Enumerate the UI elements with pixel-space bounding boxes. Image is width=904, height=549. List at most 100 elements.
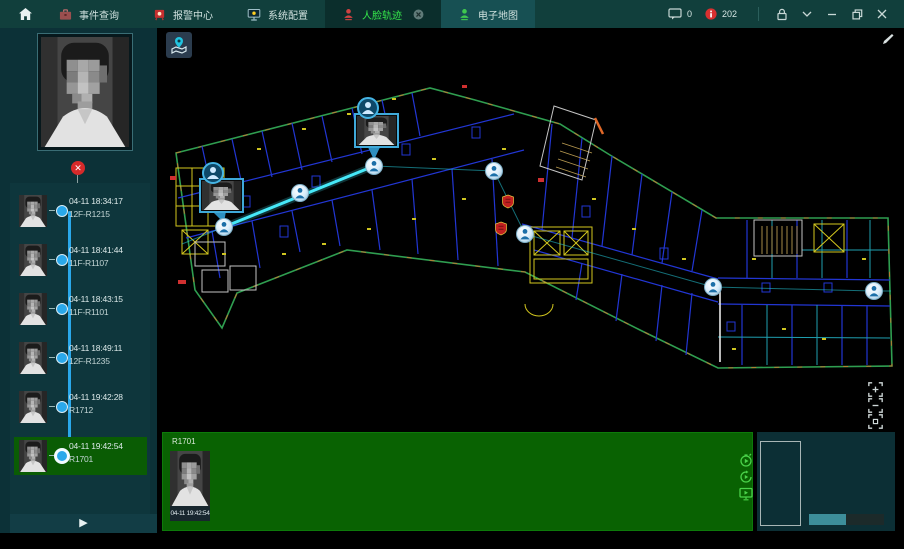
instant-playback-button[interactable] [739,453,753,467]
alarm-marker[interactable] [503,195,514,208]
person-marker[interactable] [486,163,503,180]
detection-location: 12F-R1215 [69,209,123,219]
app-window: 事件查询 报警中心 系统配置 人脸轨迹 [0,0,904,549]
timeline-item-2[interactable]: 04-11 18:41:44 11F-R1107 [14,241,147,279]
target-face-photo [37,33,133,151]
timeline-node[interactable] [56,401,68,413]
face-thumbnail [19,440,47,472]
detection-location: 11F-R1101 [69,307,123,317]
face-thumbnail [19,391,47,423]
zoom-out-icon [868,398,883,413]
snapshot-image [170,451,210,506]
timeline-item-4[interactable]: 04-11 18:49:11 12F-R1235 [14,339,147,377]
map-zoom-in-button[interactable] [868,382,883,397]
face-thumbnail [19,244,47,276]
detection-detail-panel: R1701 04-11 19:42:54 [162,432,753,531]
alarm-count: 202 [722,9,737,19]
loading-progress-bar[interactable] [809,514,884,525]
person-marker[interactable] [292,185,309,202]
map-reset-view-button[interactable] [868,414,883,429]
tab-e-map[interactable]: 电子地图 [441,0,535,28]
alarm-marker[interactable] [496,222,507,235]
timeline-node[interactable] [54,448,70,464]
map-zoom-out-button[interactable] [868,398,883,413]
tab-system-config[interactable]: 系统配置 [230,0,325,28]
timeline-item-3[interactable]: 04-11 18:43:15 11F-R1101 [14,290,147,328]
timeline-node[interactable] [56,254,68,266]
replay-icon [739,470,753,484]
detection-time: 04-11 18:34:17 [69,196,123,206]
zoom-in-icon [868,382,883,397]
close-window-icon [877,9,887,19]
person-marker[interactable] [216,219,233,236]
divider [758,7,759,21]
view-on-screen-button[interactable] [739,487,753,501]
event-query-icon [59,8,72,21]
system-config-icon [247,8,261,21]
face-snapshot [202,181,241,210]
face-thumbnail [19,293,47,325]
replay-button[interactable] [739,470,753,484]
home-icon [18,7,33,21]
tab-close-button[interactable] [413,9,424,20]
minimize-button[interactable] [822,4,842,24]
camera-label: R1701 [172,437,196,446]
timeline-item-6-selected[interactable]: 04-11 19:42:54 R1701 [14,437,147,475]
detection-location: R1712 [69,405,123,415]
alarm-center-icon [153,8,166,21]
face-track-icon [342,8,355,21]
play-icon: ▶ [79,518,87,529]
tab-label: 电子地图 [478,7,518,22]
timeline-node[interactable] [56,205,68,217]
map-edit-button[interactable] [881,33,894,51]
face-thumbnail [19,195,47,227]
timeline-node[interactable] [56,352,68,364]
trajectory-timeline-panel: 04-11 18:34:17 12F-R1215 04-11 18:41:44 … [10,183,150,514]
tab-event-query[interactable]: 事件查询 [42,0,136,28]
restore-icon [852,9,863,20]
dropdown-button[interactable] [797,4,817,24]
pixelated-face-image [41,37,129,147]
detection-time: 04-11 19:42:28 [69,392,123,402]
connector [49,357,55,358]
message-icon[interactable] [668,8,682,20]
close-window-button[interactable] [872,4,892,24]
close-icon [413,9,424,20]
video-placeholder [760,441,801,526]
detection-time: 04-11 19:42:54 [69,441,123,451]
lock-icon [776,8,788,21]
remove-target-button[interactable]: ✕ [71,161,85,175]
timeline-node[interactable] [56,303,68,315]
person-marker[interactable] [866,283,883,300]
title-bar: 事件查询 报警中心 系统配置 人脸轨迹 [0,0,904,28]
tab-label: 系统配置 [268,7,308,22]
person-marker[interactable] [517,226,534,243]
connector [49,308,55,309]
detection-snapshot[interactable]: 04-11 19:42:54 [170,451,210,521]
tab-face-track[interactable]: 人脸轨迹 [325,0,441,28]
play-trajectory-button[interactable]: ▶ [10,514,157,533]
map-layers-button[interactable] [166,32,192,58]
tab-label: 报警中心 [173,7,213,22]
detection-location: 12F-R1235 [69,356,122,366]
detection-location: 11F-R1107 [69,258,123,268]
timer-play-icon [739,453,753,467]
message-count: 0 [687,9,692,19]
home-button[interactable] [8,0,42,28]
connector [49,210,55,211]
person-marker[interactable] [366,158,383,175]
monitor-play-icon [739,487,753,501]
timeline-item-5[interactable]: 04-11 19:42:28 R1712 [14,388,147,426]
detection-location: R1701 [69,454,123,464]
person-marker[interactable] [705,279,722,296]
map-area [162,28,904,432]
minimize-icon [827,9,837,19]
lock-button[interactable] [772,4,792,24]
alarm-count-icon[interactable] [705,8,717,20]
timeline-item-1[interactable]: 04-11 18:34:17 12F-R1215 [14,192,147,230]
restore-button[interactable] [847,4,867,24]
floor-plan-map[interactable] [162,28,904,432]
connector [49,406,55,407]
face-snapshot [357,116,396,145]
tab-alarm-center[interactable]: 报警中心 [136,0,230,28]
